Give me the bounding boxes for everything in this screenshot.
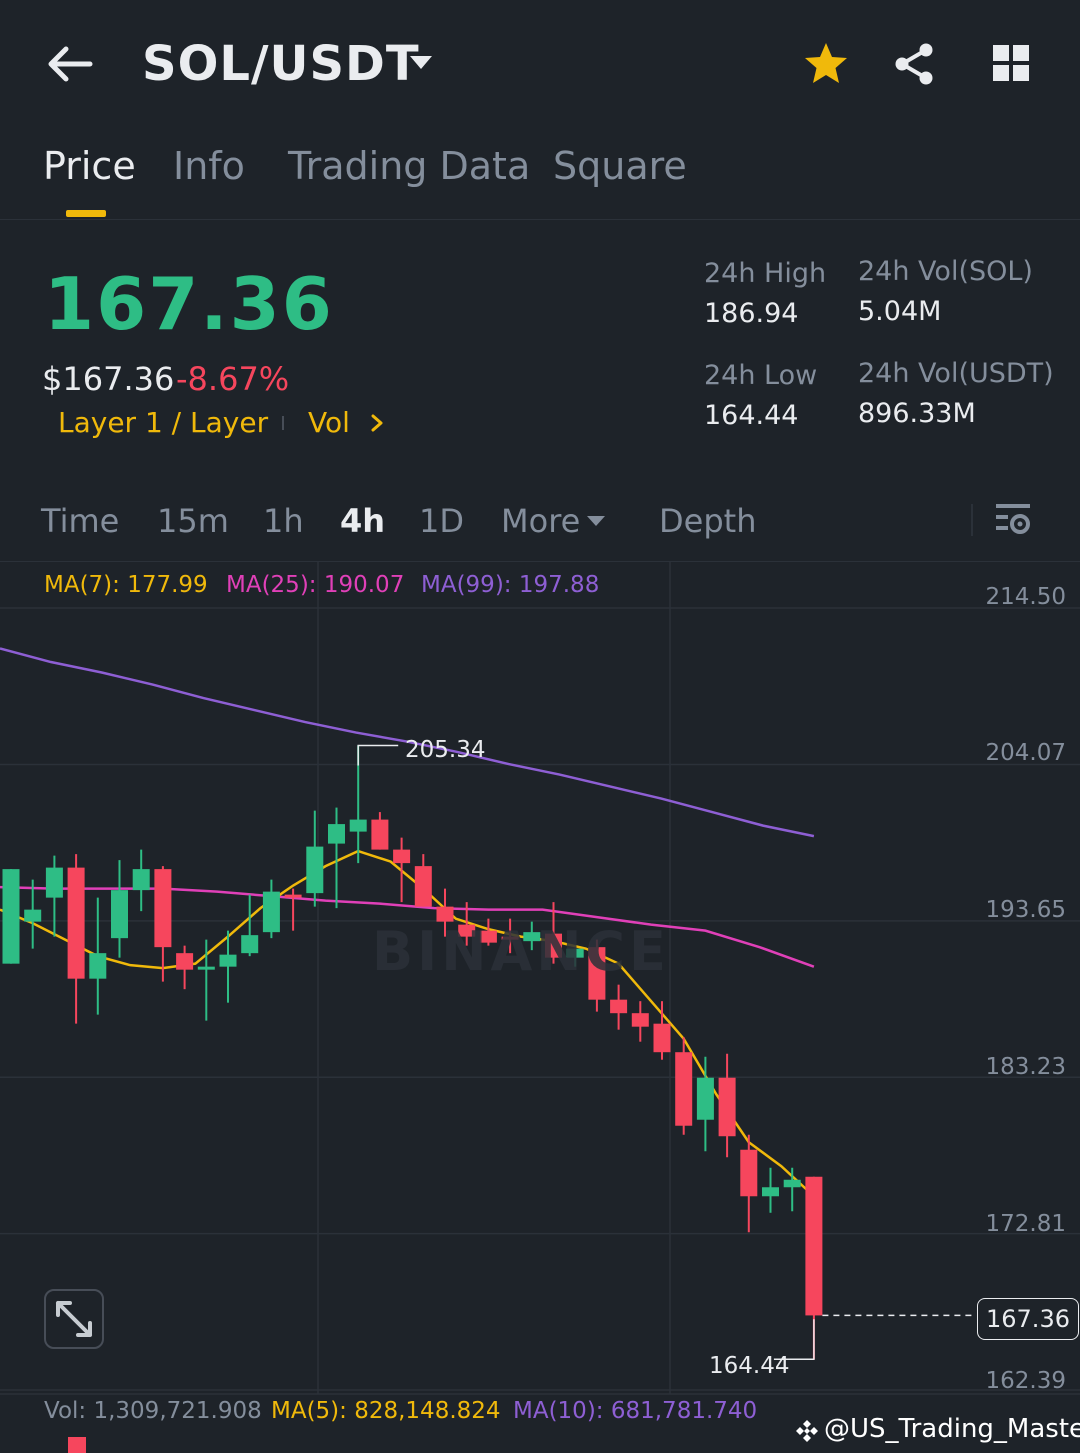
- ma7-legend: MA(7): 177.99: [44, 572, 208, 598]
- candle-body: [241, 935, 259, 954]
- low-value: 164.44: [704, 400, 799, 431]
- fullscreen-button[interactable]: [44, 1289, 104, 1349]
- tab-price[interactable]: Price: [43, 144, 136, 188]
- vol-quote-value: 896.33M: [858, 398, 976, 429]
- candle-body: [67, 867, 85, 979]
- chevron-right-icon[interactable]: [370, 414, 384, 432]
- candle-body: [328, 824, 345, 844]
- interval-1d[interactable]: 1D: [419, 502, 464, 540]
- low-price-label: 164.44: [709, 1353, 790, 1379]
- candle-body: [371, 819, 389, 850]
- candle-body: [111, 890, 128, 939]
- candle-body: [306, 846, 324, 894]
- candle-body: [284, 894, 302, 898]
- top-bar: SOL/USDT: [0, 0, 1080, 130]
- interval-more[interactable]: More: [501, 502, 580, 540]
- interval-time[interactable]: Time: [41, 502, 119, 540]
- back-arrow-icon[interactable]: [44, 40, 96, 88]
- candle-body: [45, 867, 63, 898]
- volume-legend: Vol: 1,309,721.908: [44, 1398, 262, 1424]
- high-leader-line: [357, 744, 399, 766]
- low-label: 24h Low: [704, 360, 818, 391]
- candle-body: [219, 954, 237, 967]
- candle-body: [805, 1176, 823, 1316]
- caret-down-icon[interactable]: [408, 52, 434, 72]
- high-value: 186.94: [704, 298, 799, 329]
- candle-body: [610, 999, 628, 1014]
- expand-icon: [56, 1301, 92, 1337]
- volume-ma10-legend: MA(10): 681,781.740: [513, 1398, 758, 1424]
- candle-body: [89, 953, 107, 979]
- share-icon[interactable]: [890, 40, 938, 88]
- vol-quote-label: 24h Vol(USDT): [858, 358, 1054, 389]
- candle-body: [653, 1023, 671, 1053]
- more-caret-icon[interactable]: [586, 514, 606, 528]
- main-tabs: Price Info Trading Data Square: [0, 140, 1080, 220]
- last-price-marker: 167.36: [977, 1298, 1079, 1340]
- vol-base-value: 5.04M: [858, 296, 942, 327]
- chart-area[interactable]: BINANCE MA(7): 177.99 MA(25): 190.07 MA(…: [0, 562, 1080, 1453]
- candle-body: [393, 849, 411, 864]
- candle-body: [176, 953, 194, 970]
- binance-logo-icon: [796, 1420, 818, 1442]
- candle-body: [154, 869, 172, 948]
- candle-body: [2, 869, 20, 964]
- ma25-legend: MA(25): 190.07: [226, 572, 405, 598]
- candle-body: [718, 1077, 736, 1137]
- interval-bar: Time 15m 1h 4h 1D More Depth: [0, 490, 1080, 562]
- interval-depth[interactable]: Depth: [659, 502, 756, 540]
- watermark-credit: @US_Trading_Master: [824, 1414, 1080, 1444]
- candle-body: [262, 891, 280, 933]
- chart-settings-icon[interactable]: [992, 500, 1036, 540]
- ma99-legend: MA(99): 197.88: [421, 572, 600, 598]
- candle-body: [783, 1179, 801, 1188]
- y-axis-tick: 204.07: [985, 740, 1066, 766]
- candle-body: [132, 869, 150, 891]
- star-icon[interactable]: [802, 40, 850, 88]
- interval-15m[interactable]: 15m: [157, 502, 229, 540]
- vol-tag[interactable]: Vol: [308, 406, 350, 439]
- tab-info[interactable]: Info: [173, 144, 245, 188]
- volume-bar: [68, 1437, 86, 1453]
- candle-body: [762, 1187, 779, 1197]
- price-change: -8.67%: [176, 360, 290, 398]
- candle-body: [740, 1149, 758, 1197]
- pair-title[interactable]: SOL/USDT: [142, 36, 420, 92]
- candle-body: [675, 1052, 693, 1126]
- y-axis-tick: 183.23: [985, 1054, 1066, 1080]
- sector-tag[interactable]: Layer 1 / Layer: [58, 406, 268, 439]
- vol-base-label: 24h Vol(SOL): [858, 256, 1033, 287]
- candlestick-chart[interactable]: [0, 562, 1080, 1453]
- interval-1h[interactable]: 1h: [263, 502, 304, 540]
- y-axis-tick: 193.65: [985, 897, 1066, 923]
- tab-square[interactable]: Square: [553, 144, 687, 188]
- watermark-text: BINANCE: [372, 920, 670, 983]
- y-axis-tick: 172.81: [985, 1211, 1066, 1237]
- high-price-label: 205.34: [405, 737, 486, 763]
- usd-price: $167.36: [42, 360, 175, 398]
- candle-body: [631, 1013, 649, 1027]
- y-axis-tick: 214.50: [985, 584, 1066, 610]
- candle-body: [349, 819, 367, 832]
- candle-body: [696, 1077, 714, 1120]
- interval-4h[interactable]: 4h: [340, 502, 385, 540]
- volume-ma5-legend: MA(5): 828,148.824: [271, 1398, 501, 1424]
- tag-divider: [282, 416, 284, 430]
- grid-icon[interactable]: [988, 40, 1036, 88]
- interval-divider: [971, 504, 973, 536]
- last-price: 167.36: [44, 262, 334, 346]
- candle-body: [414, 866, 432, 907]
- candle-body: [24, 909, 42, 922]
- y-axis-tick: 162.39: [985, 1368, 1066, 1394]
- high-label: 24h High: [704, 258, 827, 289]
- tab-trading-data[interactable]: Trading Data: [288, 144, 530, 188]
- active-tab-indicator: [66, 210, 106, 217]
- candle-body: [197, 966, 215, 970]
